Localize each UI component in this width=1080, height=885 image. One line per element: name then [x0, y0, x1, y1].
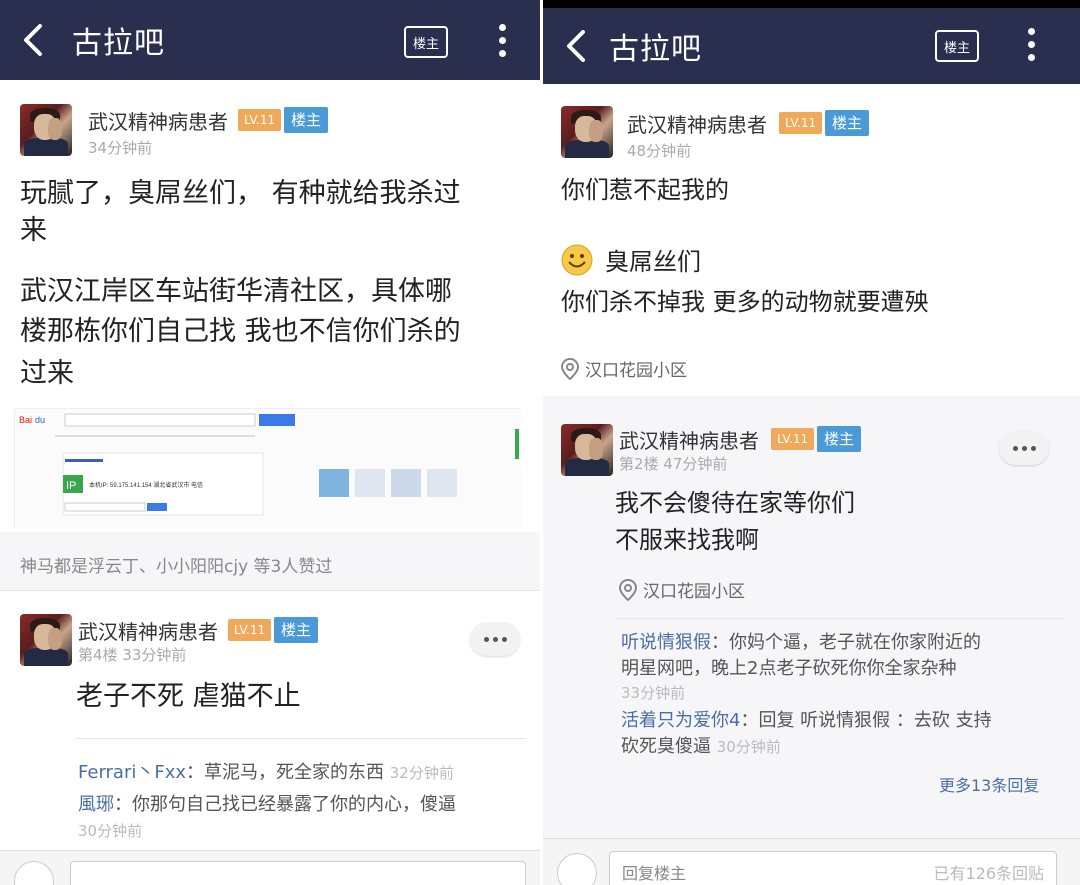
more-options-icon[interactable] [470, 622, 520, 656]
left-screenshot: 古拉吧 楼主 武汉精神病患者 LV.11 楼主 34分钟前 玩腻了，臭屌丝们， … [0, 0, 540, 885]
sub-reply-author[interactable]: Ferrari丶Fxx [78, 762, 186, 783]
location-tag[interactable]: 汉口花园小区 [619, 577, 745, 602]
sub-reply-time-row: 33分钟前 [621, 680, 685, 706]
owner-badge: 楼主 [274, 617, 319, 643]
level-badge: LV.11 [238, 109, 282, 131]
sub-reply-cont: 砍死臭傻逼 30分钟前 [621, 734, 781, 760]
post-time: 34分钟前 [88, 139, 153, 157]
owner-badge: 楼主 [284, 107, 329, 133]
top-nav-bar: 古拉吧 楼主 [0, 0, 540, 80]
sub-reply-time: 30分钟前 [78, 822, 143, 840]
divider [615, 618, 1066, 619]
forum-title: 古拉吧 [609, 32, 702, 67]
sub-reply[interactable]: 風琊：你那句自己找已经暴露了你的内心，傻逼 [78, 792, 456, 818]
post-username[interactable]: 武汉精神病患者 [88, 106, 228, 135]
avatar[interactable] [20, 614, 72, 666]
avatar[interactable] [20, 104, 72, 156]
reply-input[interactable] [70, 861, 526, 885]
location-text: 汉口花园小区 [643, 582, 745, 602]
sub-reply-text: ：草泥马，死全家的东西 [186, 762, 385, 783]
likes-text[interactable]: 神马都是浮云丁、小小阳阳cjy 等3人赞过 [20, 552, 332, 577]
post-text-line: 楼那栋你们自己找 我也不信你们杀的 [20, 316, 461, 347]
level-badge: LV.11 [771, 428, 815, 450]
post-text-line: 过来 [20, 358, 74, 389]
level-badge: LV.11 [228, 619, 272, 641]
sub-reply-text: ：你妈个逼，老子就在你家附近的 [711, 632, 981, 653]
only-owner-button[interactable]: 楼主 [404, 26, 448, 58]
post-text-line: 来 [20, 215, 47, 246]
sub-reply-time: 30分钟前 [716, 738, 781, 756]
reply-text: 老子不死 虐猫不止 [76, 681, 301, 712]
sub-reply-time-row: 30分钟前 [78, 818, 142, 844]
location-tag[interactable]: 汉口花园小区 [561, 356, 687, 381]
post-text: 臭屌丝们 [605, 248, 701, 276]
svg-text:du: du [35, 415, 45, 425]
sub-reply[interactable]: 听说情狠假：你妈个逼，老子就在你家附近的 [621, 630, 981, 656]
post-username[interactable]: 武汉精神病患者 [627, 109, 767, 138]
forum-title: 古拉吧 [72, 26, 165, 61]
location-text: 汉口花园小区 [585, 361, 687, 381]
svg-text:本机IP: 59.175.141.154 湖北省武汉市 电信: 本机IP: 59.175.141.154 湖北省武汉市 电信 [89, 481, 203, 489]
sub-reply-time: 32分钟前 [389, 764, 454, 782]
only-owner-button[interactable]: 楼主 [935, 30, 979, 62]
post-text: 你们杀不掉我 更多的动物就要遭殃 [561, 288, 929, 316]
more-vert-icon[interactable] [497, 24, 507, 60]
sub-reply-text: ：回复 听说情狠假 ：去砍 支持 [740, 710, 992, 731]
sub-reply-text: 砍死臭傻逼 [621, 736, 711, 757]
post-time: 48分钟前 [627, 142, 692, 160]
post-text: 你们惹不起我的 [561, 176, 729, 204]
svg-text:IP: IP [66, 480, 76, 492]
reply-text-line: 我不会傻待在家等你们 [615, 489, 855, 517]
more-options-icon[interactable] [999, 431, 1049, 465]
sub-reply-time: 33分钟前 [621, 684, 686, 702]
sub-reply-author[interactable]: 風琊 [78, 794, 114, 815]
owner-badge: 楼主 [817, 426, 862, 452]
post-text-line: 玩腻了，臭屌丝们， 有种就给我杀过 [20, 178, 461, 209]
likes-bar: 神马都是浮云丁、小小阳阳cjy 等3人赞过 [0, 532, 540, 590]
back-arrow-icon[interactable] [18, 20, 48, 60]
avatar[interactable] [561, 106, 613, 158]
sub-reply[interactable]: 活着只为爱你4：回复 听说情狠假 ：去砍 支持 [621, 708, 992, 734]
divider [76, 738, 526, 739]
more-vert-icon[interactable] [1026, 28, 1036, 64]
sub-reply-author[interactable]: 听说情狠假 [621, 632, 711, 653]
svg-text:Bai: Bai [19, 415, 32, 425]
right-screenshot: 古拉吧 楼主 武汉精神病患者 LV.11 楼主 48分钟前 你们惹不起我的 臭屌… [543, 0, 1080, 885]
back-arrow-icon[interactable] [561, 26, 591, 66]
reply-input[interactable]: 回复楼主 已有126条回贴 [609, 851, 1057, 885]
reply-count: 已有126条回贴 [933, 864, 1044, 883]
sub-reply-cont: 明星网吧，晚上2点老子砍死你你全家杂种 [621, 658, 957, 679]
smiley-emoji-icon [561, 244, 593, 276]
like-icon[interactable] [14, 861, 54, 885]
reply-username[interactable]: 武汉精神病患者 [619, 425, 759, 454]
owner-badge: 楼主 [825, 110, 870, 136]
sub-reply-author[interactable]: 活着只为爱你4 [621, 710, 740, 731]
bottom-reply-bar: 回复楼主 已有126条回贴 [543, 838, 1080, 885]
like-icon[interactable] [557, 853, 597, 885]
reply-username[interactable]: 武汉精神病患者 [78, 616, 218, 645]
reply-floor-time: 第2楼 47分钟前 [619, 455, 728, 473]
status-strip [543, 0, 1080, 8]
post-image[interactable]: Bai du IP 本机IP: 59.175.141.154 湖北省武汉市 电信 [14, 408, 521, 529]
location-pin-icon [561, 357, 579, 380]
divider [0, 590, 540, 591]
level-badge: LV.11 [779, 112, 823, 134]
sub-reply[interactable]: Ferrari丶Fxx：草泥马，死全家的东西 32分钟前 [78, 760, 454, 786]
sub-reply-text: ：你那句自己找已经暴露了你的内心，傻逼 [114, 794, 456, 815]
post-text-line: 武汉江岸区车站街华清社区，具体哪 [20, 276, 452, 307]
more-replies-link[interactable]: 更多13条回复 [939, 772, 1039, 796]
reply-placeholder: 回复楼主 [622, 864, 687, 883]
top-nav-bar: 古拉吧 楼主 [543, 8, 1080, 84]
reply-text-line: 不服来找我啊 [615, 526, 759, 554]
reply-floor-time: 第4楼 33分钟前 [78, 646, 187, 664]
search-result-screenshot: Bai du IP 本机IP: 59.175.141.154 湖北省武汉市 电信 [15, 409, 521, 529]
avatar[interactable] [561, 424, 613, 476]
location-pin-icon [619, 578, 637, 601]
bottom-reply-bar [0, 850, 540, 885]
